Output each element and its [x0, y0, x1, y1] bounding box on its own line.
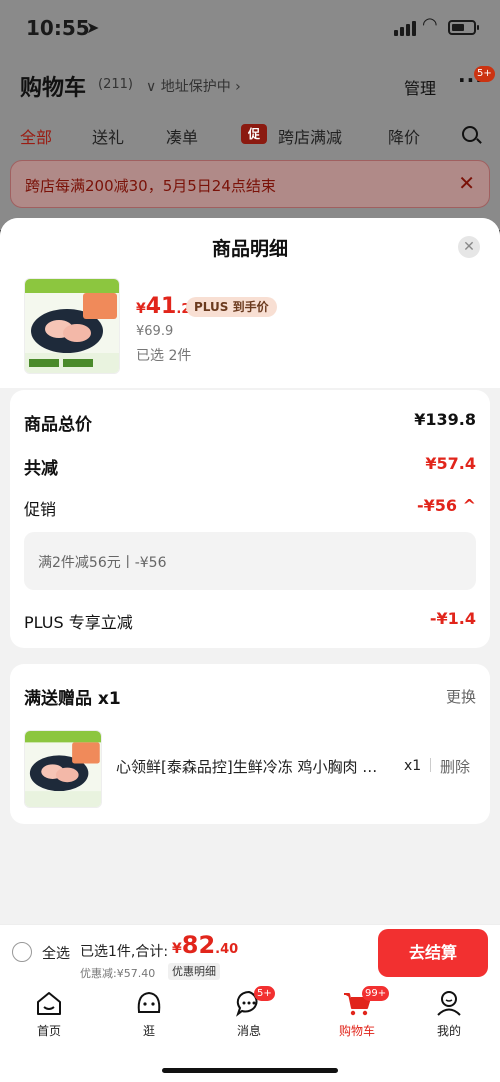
- product-detail-sheet: 商品明细 ✕ ¥41.2 PLUS 到手价 ¥69.9 已选 2件 商品总价 ¥…: [0, 218, 500, 924]
- close-icon[interactable]: ✕: [458, 171, 475, 195]
- selected-summary: 已选1件,合计:: [80, 944, 169, 960]
- filter-cross-store[interactable]: 跨店满减: [278, 124, 342, 148]
- sheet-title: 商品明细: [211, 238, 288, 260]
- tab-label: 购物车: [338, 1024, 375, 1038]
- tab-cart[interactable]: 99+ 购物车: [322, 986, 392, 1039]
- promo-banner-text: 跨店每满200减30，5月5日24点结束: [25, 177, 276, 195]
- product-image[interactable]: [24, 278, 120, 374]
- checkout-button[interactable]: 去结算: [378, 929, 488, 977]
- promo-banner: 跨店每满200减30，5月5日24点结束 ✕: [10, 160, 490, 208]
- gift-quantity: x1: [404, 758, 422, 774]
- total-price: ¥82.40: [172, 931, 239, 959]
- plus-discount-label: PLUS 专享立减: [24, 613, 133, 632]
- filter-all[interactable]: 全部: [20, 124, 52, 148]
- tab-profile[interactable]: 我的: [414, 988, 484, 1039]
- checkout-bar: 全选 已选1件,合计: ¥82.40 优惠减:¥57.40 优惠明细 去结算: [0, 924, 500, 982]
- sheet-header: 商品明细 ✕ ¥41.2 PLUS 到手价 ¥69.9 已选 2件: [0, 218, 500, 388]
- selected-count: 已选 2件: [136, 348, 192, 364]
- promo-tag-icon: 促: [241, 124, 267, 144]
- tab-home[interactable]: 首页: [14, 988, 84, 1039]
- tab-label: 首页: [36, 1024, 61, 1038]
- cart-count: (211): [98, 77, 133, 92]
- more-badge: 5+: [474, 66, 495, 82]
- discount-summary: 优惠减:¥57.40: [80, 967, 156, 980]
- location-arrow-icon: ➤: [86, 18, 100, 37]
- search-icon[interactable]: [462, 126, 478, 142]
- message-badge: 5+: [254, 986, 275, 1001]
- filter-bundle[interactable]: 凑单: [166, 124, 198, 148]
- price-breakdown-card: 商品总价 ¥139.8 共减 ¥57.4 促销 -¥56 ^ 满2件减56元丨-…: [10, 390, 490, 648]
- gift-name: 心领鲜[泰森品控]生鲜冷冻 鸡小胸肉 2kg: [116, 758, 386, 776]
- promo-detail-text: 满2件减56元丨-¥56: [38, 555, 167, 571]
- product-price: ¥41.2: [136, 294, 191, 319]
- promo-toggle[interactable]: -¥56 ^: [417, 496, 476, 515]
- change-gift-button[interactable]: 更换: [446, 686, 476, 707]
- user-icon: [434, 988, 464, 1018]
- tab-label: 消息: [236, 1024, 261, 1038]
- status-bar: 10:55 ➤ ◠: [0, 0, 500, 60]
- plus-price-tag: PLUS 到手价: [186, 297, 277, 317]
- original-price: ¥69.9: [136, 324, 174, 339]
- divider: [430, 758, 431, 772]
- gift-title: 满送赠品 x1: [24, 689, 121, 709]
- signal-icon: [394, 20, 416, 36]
- cart-badge: 99+: [362, 986, 390, 1001]
- discount-detail-button[interactable]: 优惠明细: [168, 963, 220, 980]
- tab-bar: 首页 逛 5+ 消息 99+ 购物车 我的: [0, 982, 500, 1082]
- total-value: ¥139.8: [414, 410, 476, 429]
- promo-detail-box: 满2件减56元丨-¥56: [24, 532, 476, 590]
- home-indicator: [162, 1068, 338, 1073]
- total-label: 商品总价: [24, 415, 92, 435]
- address-protection[interactable]: ∨ 地址保护中 ›: [146, 76, 241, 96]
- plus-discount-value: -¥1.4: [429, 609, 476, 628]
- filter-gift[interactable]: 送礼: [92, 124, 124, 148]
- tab-label: 我的: [436, 1024, 461, 1038]
- message-icon: 5+: [234, 986, 275, 1018]
- wifi-icon: ◠: [422, 14, 438, 35]
- select-all-radio[interactable]: [12, 942, 32, 962]
- select-all-label[interactable]: 全选: [42, 943, 70, 963]
- promo-label: 促销: [24, 500, 57, 519]
- home-icon: [34, 988, 64, 1018]
- reduce-label: 共减: [24, 459, 58, 479]
- delete-gift-button[interactable]: 删除: [440, 756, 470, 777]
- cart-icon: 99+: [342, 986, 390, 1018]
- tab-browse[interactable]: 逛: [114, 988, 184, 1039]
- close-icon[interactable]: ✕: [458, 236, 480, 258]
- face-icon: [134, 988, 164, 1018]
- gift-image[interactable]: [24, 730, 102, 808]
- cart-title: 购物车: [20, 76, 87, 101]
- status-time: 10:55: [26, 16, 90, 40]
- filter-price-drop[interactable]: 降价: [388, 124, 420, 148]
- tab-label: 逛: [142, 1024, 155, 1038]
- battery-icon: [448, 20, 479, 35]
- gift-card: 满送赠品 x1 更换 心领鲜[泰森品控]生鲜冷冻 鸡小胸肉 2kg x1 删除: [10, 664, 490, 824]
- tab-messages[interactable]: 5+ 消息: [214, 986, 284, 1039]
- reduce-value: ¥57.4: [425, 454, 476, 473]
- manage-button[interactable]: 管理: [404, 75, 436, 99]
